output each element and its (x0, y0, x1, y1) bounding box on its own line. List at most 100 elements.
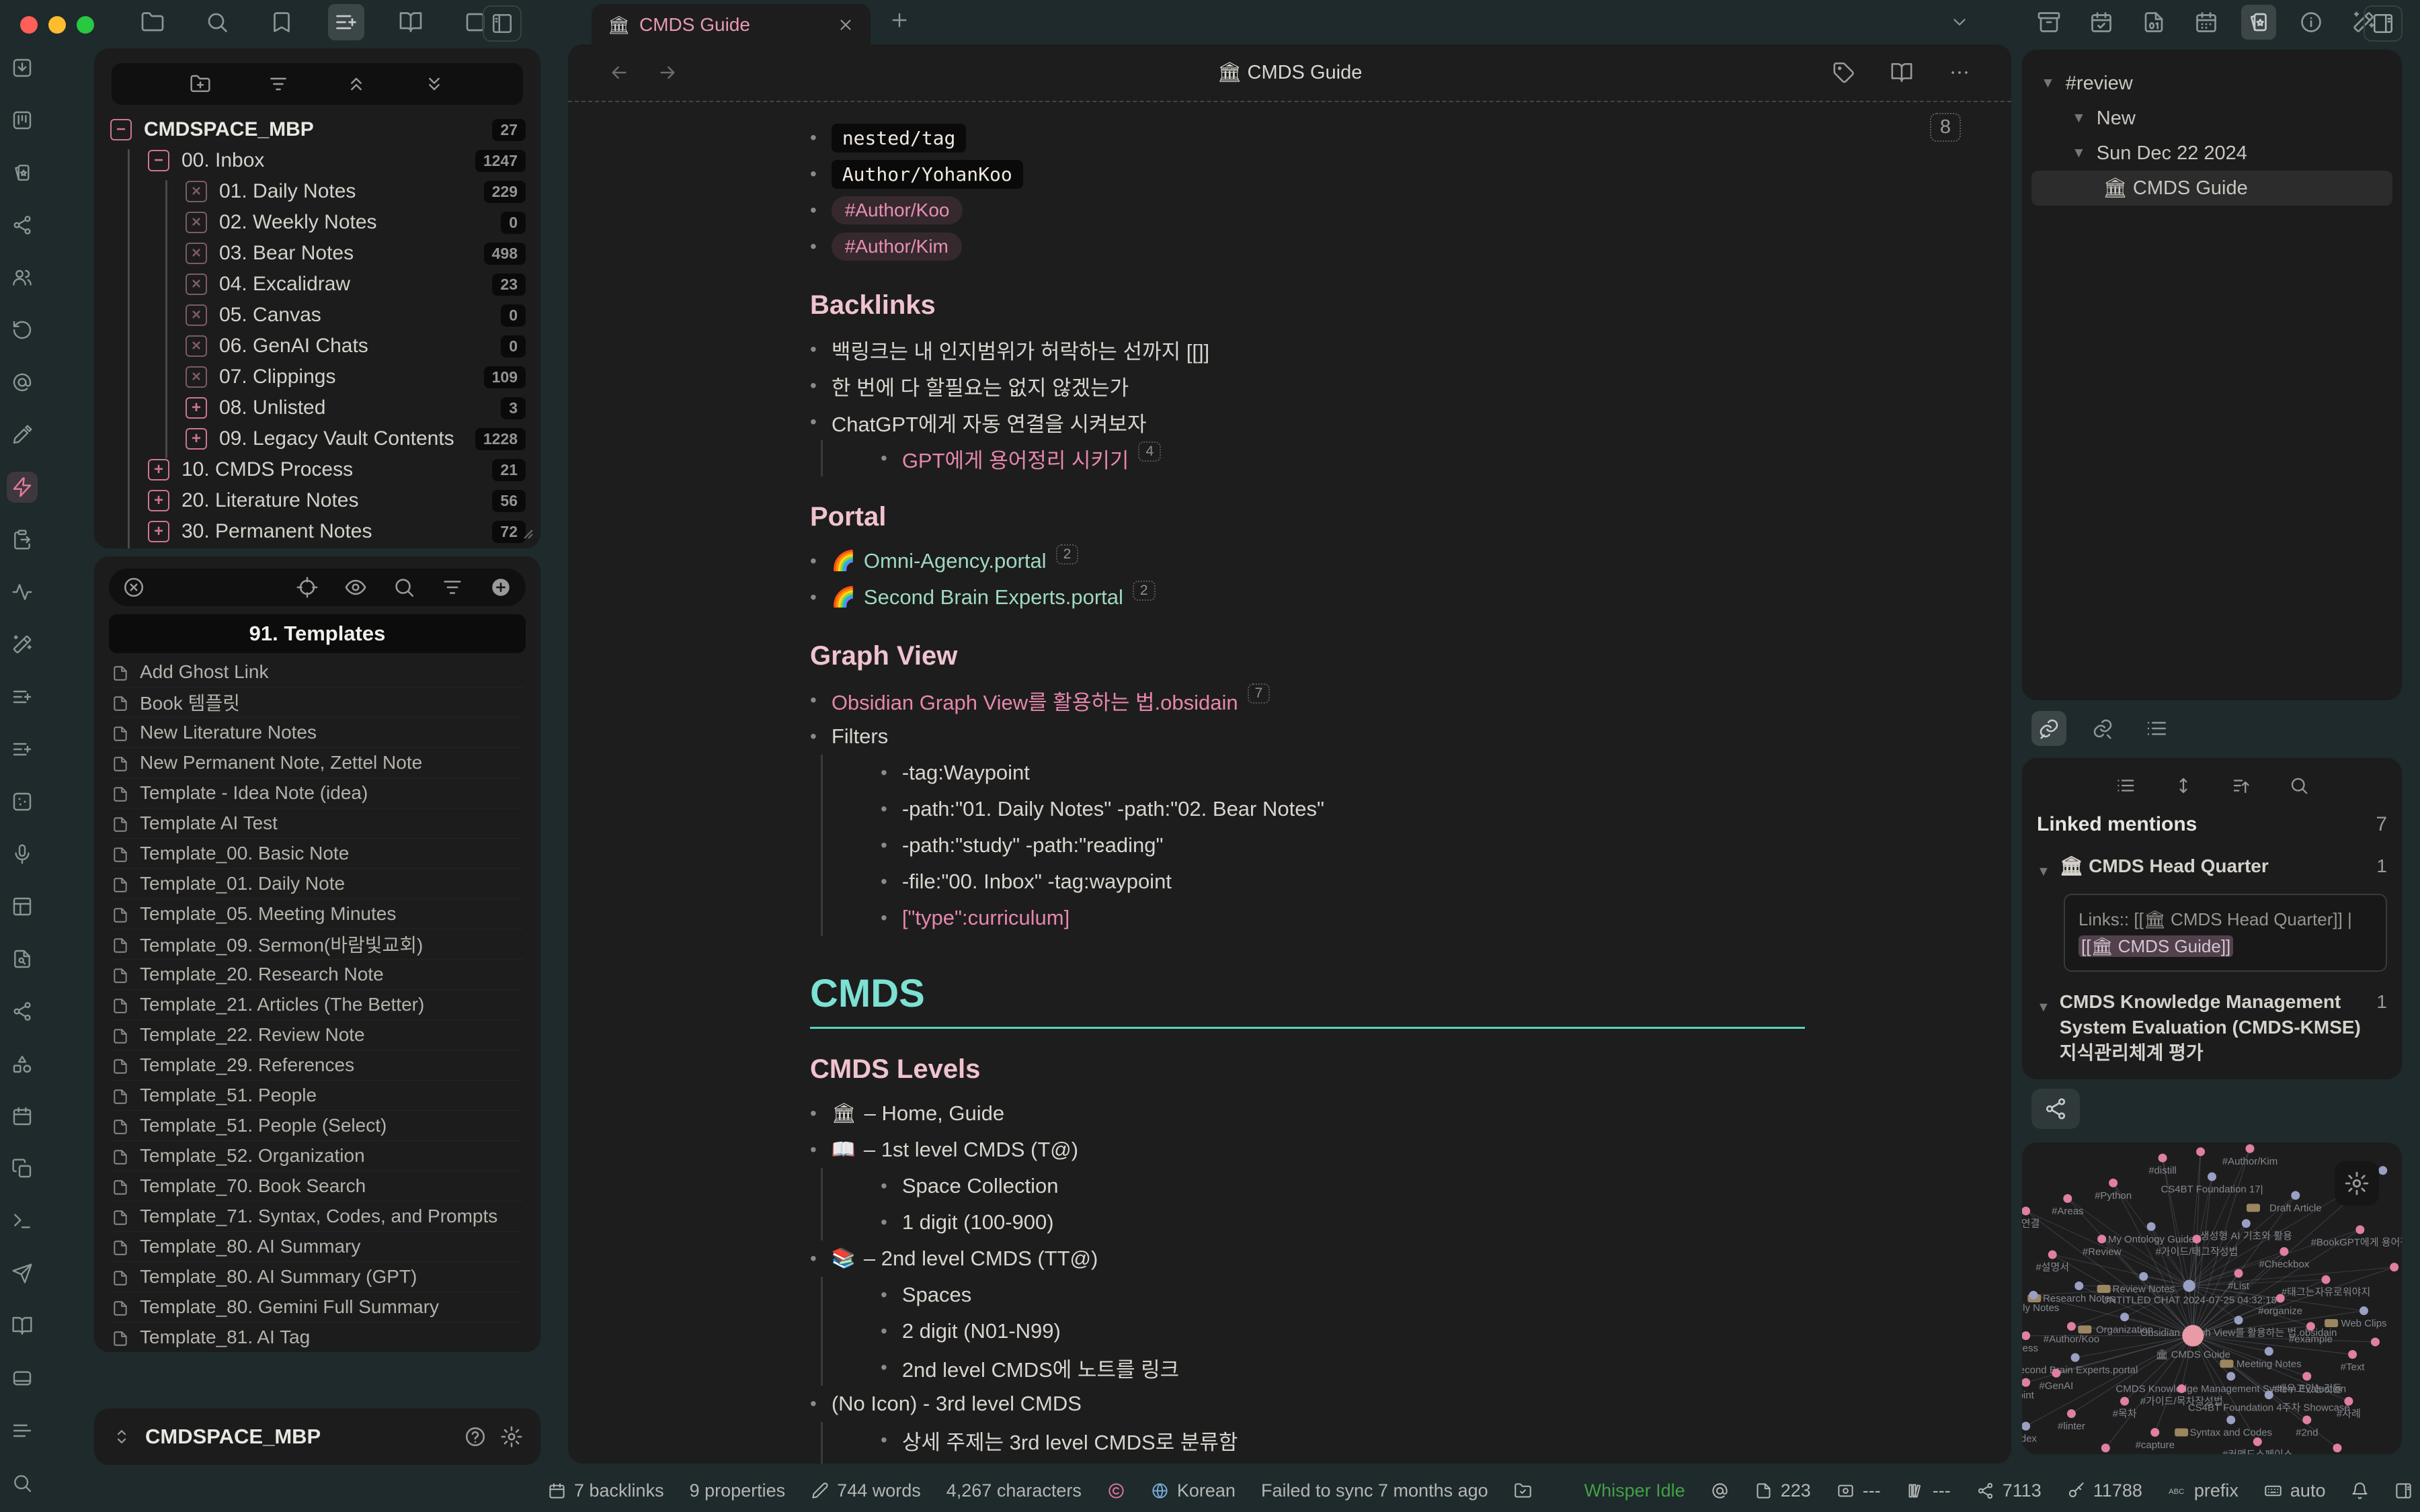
new-tab-button[interactable] (889, 9, 910, 31)
book-open-icon[interactable] (393, 4, 429, 40)
tree-item-04-excalidraw[interactable]: ×04. Excalidraw23 (110, 269, 526, 300)
template-item[interactable]: New Literature Notes (112, 718, 523, 748)
template-item[interactable]: Template_70. Book Search (112, 1171, 523, 1202)
folder-toggle-icon[interactable]: − (148, 150, 169, 171)
tree-item-00-inbox[interactable]: −00. Inbox1247 (110, 145, 526, 176)
status-item-cmds-hq-macbook-[interactable]: CMDS HQ (MacBook) (2394, 1480, 2420, 1501)
x-box-icon[interactable]: × (186, 366, 207, 388)
book-open-icon[interactable] (1890, 61, 1913, 84)
ribbon-text-lines-icon[interactable] (7, 1415, 38, 1446)
bookmark-icon[interactable] (264, 4, 300, 40)
ribbon-book-open-icon[interactable] (7, 1310, 38, 1341)
status-item-auto[interactable]: auto (2264, 1480, 2326, 1501)
linked-mention-group[interactable]: ▼CMDS Knowledge Management System Evalua… (2037, 989, 2387, 1066)
template-item[interactable]: Book 템플릿 (112, 687, 523, 718)
template-item[interactable]: Template_22. Review Note (112, 1020, 523, 1050)
dots-icon[interactable] (1948, 61, 1971, 84)
status-item-whisper-idle[interactable]: Whisper Idle (1584, 1480, 1685, 1501)
status-item[interactable] (1711, 1482, 1729, 1500)
ribbon-calendar-icon[interactable] (7, 1101, 38, 1132)
local-graph-panel[interactable]: #distill#Author/Kim#PythonCS4BT Foundati… (2022, 1142, 2402, 1454)
status-item-7113[interactable]: 7113 (1976, 1480, 2042, 1501)
file-01-icon[interactable] (2136, 5, 2171, 40)
graph-section-button[interactable] (2031, 1089, 2080, 1129)
list-icon[interactable] (2139, 711, 2174, 746)
review-tree-item[interactable]: ▼New (2031, 101, 2392, 136)
x-box-icon[interactable]: × (186, 212, 207, 233)
status-item-7-backlinks[interactable]: 7 backlinks (548, 1480, 664, 1501)
tag-icon[interactable] (1832, 61, 1855, 84)
folder-toggle-icon[interactable]: + (148, 459, 169, 480)
link-out-icon[interactable] (2085, 711, 2120, 746)
tree-item-05-canvas[interactable]: ×05. Canvas0 (110, 300, 526, 331)
tree-item-06-genai-chats[interactable]: ×06. GenAI Chats0 (110, 331, 526, 362)
ribbon-users-icon[interactable] (7, 262, 38, 293)
graph-settings-gear-icon[interactable] (2335, 1161, 2379, 1206)
tree-item-20-literature-notes[interactable]: +20. Literature Notes56 (110, 485, 526, 516)
block-link-count-badge[interactable]: 8 (1930, 113, 1961, 142)
folder-toggle-icon[interactable]: + (186, 397, 207, 419)
status-item[interactable] (1107, 1482, 1125, 1500)
right-sidebar-toggle-button[interactable] (2364, 5, 2403, 42)
status-item-11788[interactable]: 11788 (2067, 1480, 2142, 1501)
folder-icon[interactable] (134, 4, 171, 40)
info-icon[interactable] (2294, 5, 2329, 40)
template-item[interactable]: Template_80. AI Summary (GPT) (112, 1262, 523, 1292)
template-item[interactable]: Template - Idea Note (idea) (112, 778, 523, 808)
ribbon-activity-icon[interactable] (7, 577, 38, 607)
collapse-triangle-icon[interactable]: ▼ (2072, 145, 2086, 161)
template-item[interactable]: Template AI Test (112, 808, 523, 839)
template-item[interactable]: Template_81. AI Tag (112, 1322, 523, 1352)
status-item-223[interactable]: 223 (1755, 1480, 1811, 1501)
mention-snippet[interactable]: Links:: [[🏛 CMDS Head Quarter]] | [[🏛 CM… (2064, 894, 2387, 972)
template-item[interactable]: Template_29. References (112, 1050, 523, 1081)
tree-item-30-permanent-notes[interactable]: +30. Permanent Notes72 (110, 516, 526, 547)
ribbon-zap-icon[interactable] (7, 472, 38, 503)
folder-toggle-icon[interactable]: + (148, 490, 169, 511)
folder-toggle-icon[interactable]: + (186, 428, 207, 450)
ribbon-card-bottom-icon[interactable] (7, 1363, 38, 1394)
folder-plus-icon[interactable] (190, 73, 211, 95)
ribbon-cards-star-icon[interactable] (7, 157, 38, 188)
collapse-triangle-icon[interactable]: ▼ (2041, 75, 2055, 91)
chevrons-up-icon[interactable] (346, 73, 367, 95)
status-item--[interactable]: --- (1906, 1480, 1951, 1501)
forward-button[interactable] (657, 62, 678, 83)
search-icon[interactable] (199, 4, 235, 40)
search-icon[interactable] (393, 576, 415, 599)
tab-list-chevron[interactable] (1949, 12, 1970, 32)
status-item--[interactable]: --- (1837, 1480, 1881, 1501)
ribbon-pen-icon[interactable] (7, 419, 38, 450)
ribbon-share2-icon[interactable] (7, 996, 38, 1027)
x-box-icon[interactable]: × (186, 243, 207, 264)
cards-star-icon[interactable] (2241, 5, 2276, 40)
chevrons-down-icon[interactable] (424, 73, 445, 95)
ribbon-undo-icon[interactable] (7, 314, 38, 345)
tab-cmds-guide[interactable]: 🏛 CMDS Guide (592, 4, 871, 46)
ribbon-share2-icon[interactable] (7, 210, 38, 241)
ribbon-send-icon[interactable] (7, 1258, 38, 1289)
status-item-failed-to-sync-7-months-ago[interactable]: Failed to sync 7 months ago (1261, 1480, 1488, 1501)
status-item-9-properties[interactable]: 9 properties (690, 1480, 786, 1501)
filter-lines-icon[interactable] (268, 73, 289, 95)
tree-item-02-weekly-notes[interactable]: ×02. Weekly Notes0 (110, 207, 526, 238)
template-item[interactable]: Template_51. People (112, 1081, 523, 1111)
tree-item-09-legacy-vault-contents[interactable]: +09. Legacy Vault Contents1228 (110, 423, 526, 454)
list-item[interactable]: •🌈Omni-Agency.portal2 (810, 543, 1805, 579)
review-tree-item[interactable]: ▼Sun Dec 22 2024 (2031, 136, 2392, 171)
review-tree-item[interactable]: ▼#review (2031, 66, 2392, 101)
template-item[interactable]: Template_80. Gemini Full Summary (112, 1292, 523, 1322)
template-item[interactable]: Template_00. Basic Note (112, 839, 523, 869)
calendar-dots-icon[interactable] (2189, 5, 2224, 40)
list-item[interactable]: •🌈Second Brain Experts.portal2 (810, 579, 1805, 616)
template-item[interactable]: Add Ghost Link (112, 657, 523, 687)
collapse-triangle-icon[interactable]: ▼ (2072, 110, 2086, 126)
tree-item-10-cmds-process[interactable]: +10. CMDS Process21 (110, 454, 526, 485)
vault-switcher[interactable]: CMDSPACE_MBP (94, 1409, 540, 1465)
status-item[interactable] (1514, 1482, 1532, 1500)
minimize-window-button[interactable] (48, 16, 66, 34)
template-item[interactable]: New Permanent Note, Zettel Note (112, 748, 523, 778)
templates-search-bar[interactable] (109, 569, 526, 606)
tree-item-cmdspace-mbp[interactable]: −CMDSPACE_MBP27 (110, 114, 526, 145)
x-box-icon[interactable]: × (186, 304, 207, 326)
